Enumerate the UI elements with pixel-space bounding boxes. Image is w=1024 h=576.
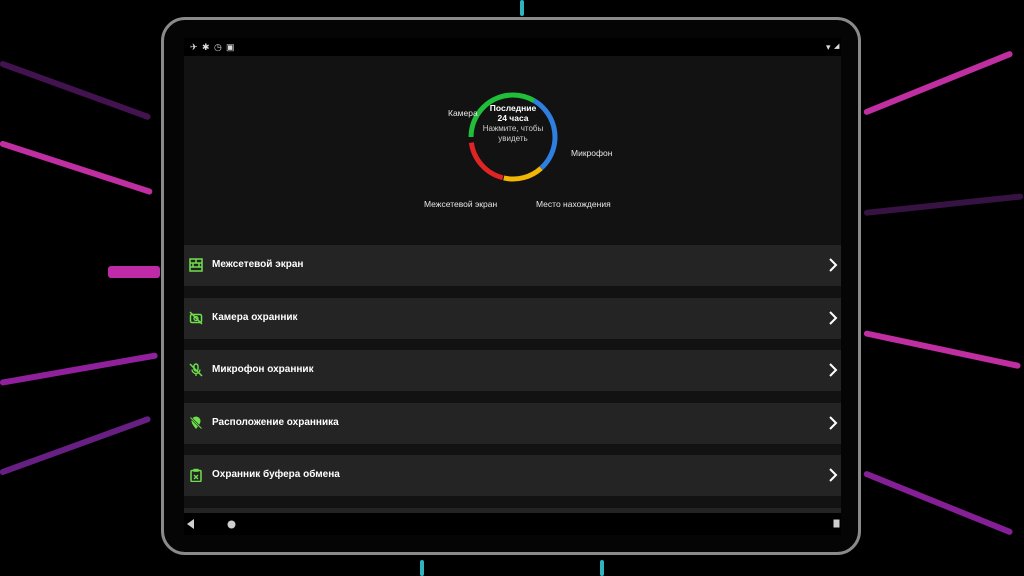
home-icon[interactable] xyxy=(227,520,236,529)
background-ray xyxy=(0,140,154,196)
ring-title-line2: 24 часа xyxy=(497,113,529,123)
list-item-clipboard-guard[interactable]: Охранник буфера обмена xyxy=(184,455,841,496)
list-item-firewall[interactable]: Межсетевой экран xyxy=(184,245,841,286)
wifi-icon: ▾ xyxy=(826,42,831,52)
background-ray xyxy=(0,60,152,121)
recents-icon[interactable] xyxy=(833,519,840,528)
camera-off-icon xyxy=(189,311,203,325)
background-ray xyxy=(600,560,604,576)
background-ray xyxy=(863,330,1022,370)
list-item-location-guard[interactable]: Расположение охранника xyxy=(184,403,841,444)
chevron-right-icon xyxy=(829,363,838,377)
list-item-camera-guard[interactable]: Камера охранник xyxy=(184,298,841,339)
background-ray xyxy=(0,352,159,386)
nfc-icon: ▣ xyxy=(226,42,235,52)
background-ray xyxy=(108,266,160,278)
status-bar: ✈ ✱ ◷ ▣ ▾ ◢ xyxy=(184,38,841,56)
background-ray xyxy=(420,560,424,576)
tablet-frame: ✈ ✱ ◷ ▣ ▾ ◢ Последние 24 часа Нажмите, ч… xyxy=(161,17,861,555)
list-item-label: Межсетевой экран xyxy=(212,259,304,270)
bluetooth-icon: ✱ xyxy=(202,42,210,52)
firewall-label: Межсетевой экран xyxy=(424,199,498,209)
chevron-right-icon xyxy=(829,416,838,430)
clipboard-icon xyxy=(190,468,202,482)
list-item-label: Охранник буфера обмена xyxy=(212,469,340,480)
chevron-right-icon xyxy=(829,258,838,272)
ring-title-line1: Последние xyxy=(489,103,537,113)
privacy-dashboard-ring[interactable]: Последние 24 часа Нажмите, чтобы увидеть xyxy=(465,89,561,185)
location-off-icon xyxy=(189,416,203,430)
background-ray xyxy=(862,470,1014,536)
list-item-label: Микрофон охранник xyxy=(212,364,314,375)
list-item-label: Камера охранник xyxy=(212,312,298,323)
chevron-right-icon xyxy=(829,468,838,482)
ring-subtitle: Нажмите, чтобы увидеть xyxy=(465,124,561,144)
alarm-icon: ◷ xyxy=(214,42,222,52)
ring-subtitle-line2: увидеть xyxy=(498,134,528,143)
firewall-icon xyxy=(189,258,203,272)
ring-title: Последние 24 часа xyxy=(465,103,561,123)
background-ray xyxy=(862,50,1014,116)
camera-label: Камера xyxy=(448,108,478,118)
navigation-bar xyxy=(184,513,841,535)
background-ray xyxy=(0,415,152,476)
screen: ✈ ✱ ◷ ▣ ▾ ◢ Последние 24 часа Нажмите, ч… xyxy=(184,38,841,535)
back-icon[interactable] xyxy=(187,519,195,529)
microphone-label: Микрофон xyxy=(571,148,613,158)
background-ray xyxy=(520,0,524,16)
notification-icon: ✈ xyxy=(190,42,198,52)
chevron-right-icon xyxy=(829,311,838,325)
location-label: Место нахождения xyxy=(536,199,611,209)
ring-center: Последние 24 часа Нажмите, чтобы увидеть xyxy=(465,89,561,185)
list-item-microphone-guard[interactable]: Микрофон охранник xyxy=(184,350,841,391)
mic-off-icon xyxy=(189,363,203,377)
ring-subtitle-line1: Нажмите, чтобы xyxy=(482,124,544,133)
signal-icon: ◢ xyxy=(834,43,840,50)
list-item-label: Расположение охранника xyxy=(212,417,339,428)
background-ray xyxy=(863,193,1024,216)
